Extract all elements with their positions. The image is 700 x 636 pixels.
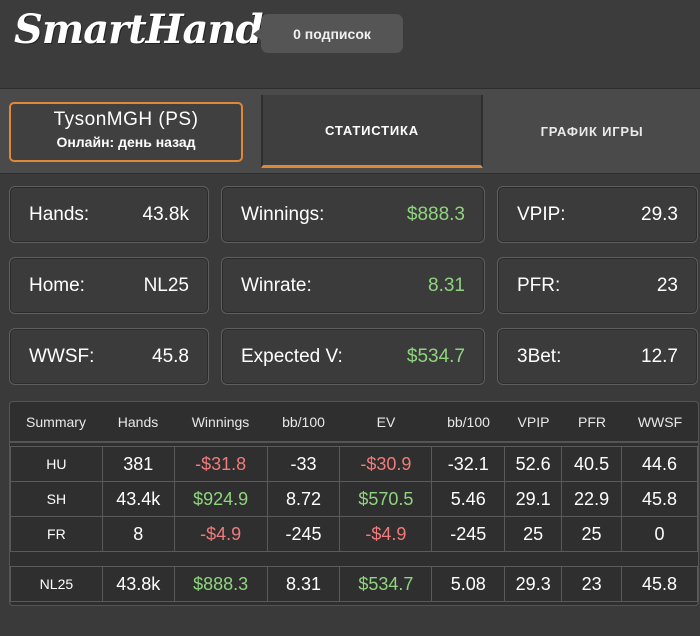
table-cell: $534.7: [339, 566, 433, 602]
player-name: TysonMGH (PS): [53, 109, 199, 130]
row-label: HU: [10, 446, 103, 482]
table-cell: -245: [266, 516, 341, 552]
stat-value: 43.8k: [142, 203, 189, 225]
stat-value: 12.7: [641, 345, 678, 367]
table-cell: $924.9: [173, 481, 268, 517]
table-row-hu: HU 381 -$31.8 -33 -$30.9 -32.1 52.6 40.5…: [10, 446, 698, 482]
table-cell: 52.6: [504, 446, 563, 482]
table-cell: $888.3: [173, 566, 268, 602]
stat-label: Hands:: [29, 203, 90, 225]
player-status: Онлайн: день назад: [56, 134, 196, 150]
tab-statistics[interactable]: СТАТИСТИКА: [261, 95, 483, 168]
table-cell: 8.31: [266, 566, 341, 602]
stat-label: VPIP:: [517, 203, 566, 225]
stat-label: 3Bet:: [517, 345, 562, 367]
summary-table-body: HU 381 -$31.8 -33 -$30.9 -32.1 52.6 40.5…: [10, 446, 698, 552]
stat-value: 29.3: [641, 203, 678, 225]
table-cell: 5.08: [431, 566, 506, 602]
table-cell: 5.46: [431, 481, 506, 517]
table-cell: 25: [504, 516, 563, 552]
table-cell: -$4.9: [173, 516, 268, 552]
table-row-total: NL25 43.8k $888.3 8.31 $534.7 5.08 29.3 …: [10, 566, 698, 602]
smarthand-logo[interactable]: SmartHand: [14, 6, 263, 53]
header: SmartHand 0 подписок: [0, 0, 700, 88]
stat-card-winrate: Winrate: 8.31: [221, 257, 485, 314]
column-header: Hands: [102, 402, 174, 443]
stat-label: Home:: [29, 274, 85, 296]
table-cell: 29.3: [504, 566, 563, 602]
table-cell: 29.1: [504, 481, 563, 517]
stat-card-hands: Hands: 43.8k: [9, 186, 209, 243]
table-cell: -$30.9: [339, 446, 433, 482]
table-cell: 25: [561, 516, 623, 552]
stat-value: NL25: [143, 274, 189, 296]
table-cell: 43.4k: [101, 481, 175, 517]
stat-card-vpip: VPIP: 29.3: [497, 186, 698, 243]
stat-card-home: Home: NL25: [9, 257, 209, 314]
subscribers-badge[interactable]: 0 подписок: [253, 14, 403, 53]
stat-card-winnings: Winnings: $888.3: [221, 186, 485, 243]
summary-table: Summary Hands Winnings bb/100 EV bb/100 …: [9, 401, 699, 606]
table-cell: -32.1: [431, 446, 506, 482]
table-cell: 0: [621, 516, 698, 552]
stat-value: 8.31: [428, 274, 465, 296]
row-label: NL25: [10, 566, 103, 602]
player-bar: TysonMGH (PS) Онлайн: день назад СТАТИСТ…: [0, 88, 700, 174]
table-row-sh: SH 43.4k $924.9 8.72 $570.5 5.46 29.1 22…: [10, 481, 698, 517]
stat-value: 23: [656, 274, 678, 296]
column-header: VPIP: [505, 402, 562, 443]
table-cell: 45.8: [621, 481, 698, 517]
stat-card-3bet: 3Bet: 12.7: [497, 328, 698, 385]
table-cell: -$31.8: [173, 446, 268, 482]
stat-label: Winrate:: [241, 274, 312, 296]
row-label: FR: [10, 516, 103, 552]
summary-table-header: Summary Hands Winnings bb/100 EV bb/100 …: [10, 402, 698, 443]
column-header: bb/100: [267, 402, 340, 443]
stat-card-pfr: PFR: 23: [497, 257, 698, 314]
table-cell: 23: [561, 566, 623, 602]
stat-value: $534.7: [406, 345, 465, 367]
player-card: TysonMGH (PS) Онлайн: день назад: [9, 102, 243, 162]
stat-label: WWSF:: [29, 345, 95, 367]
stat-value: 45.8: [152, 345, 189, 367]
tab-game-graph[interactable]: ГРАФИК ИГРЫ: [484, 95, 700, 168]
stat-card-wwsf: WWSF: 45.8: [9, 328, 209, 385]
column-header: EV: [340, 402, 432, 443]
stat-label: Winnings:: [241, 203, 325, 225]
stat-value: $888.3: [406, 203, 465, 225]
column-header: PFR: [562, 402, 622, 443]
table-cell: 43.8k: [101, 566, 175, 602]
stat-card-expected-value: Expected V: $534.7: [221, 328, 485, 385]
table-cell: -245: [431, 516, 506, 552]
column-header: Summary: [10, 402, 102, 443]
table-row-fr: FR 8 -$4.9 -245 -$4.9 -245 25 25 0: [10, 516, 698, 552]
stat-label: PFR:: [517, 274, 561, 296]
table-cell: -33: [266, 446, 341, 482]
table-cell: 381: [101, 446, 175, 482]
table-cell: 8: [101, 516, 175, 552]
column-header: bb/100: [432, 402, 505, 443]
table-cell: 8.72: [266, 481, 341, 517]
table-cell: 22.9: [561, 481, 623, 517]
table-cell: 40.5: [561, 446, 623, 482]
table-cell: -$4.9: [339, 516, 433, 552]
stat-label: Expected V:: [241, 345, 343, 367]
row-label: SH: [10, 481, 103, 517]
table-cell: 44.6: [621, 446, 698, 482]
column-header: Winnings: [174, 402, 267, 443]
column-header: WWSF: [622, 402, 698, 443]
table-cell: 45.8: [621, 566, 698, 602]
summary-table-total: NL25 43.8k $888.3 8.31 $534.7 5.08 29.3 …: [10, 566, 698, 602]
table-cell: $570.5: [339, 481, 433, 517]
